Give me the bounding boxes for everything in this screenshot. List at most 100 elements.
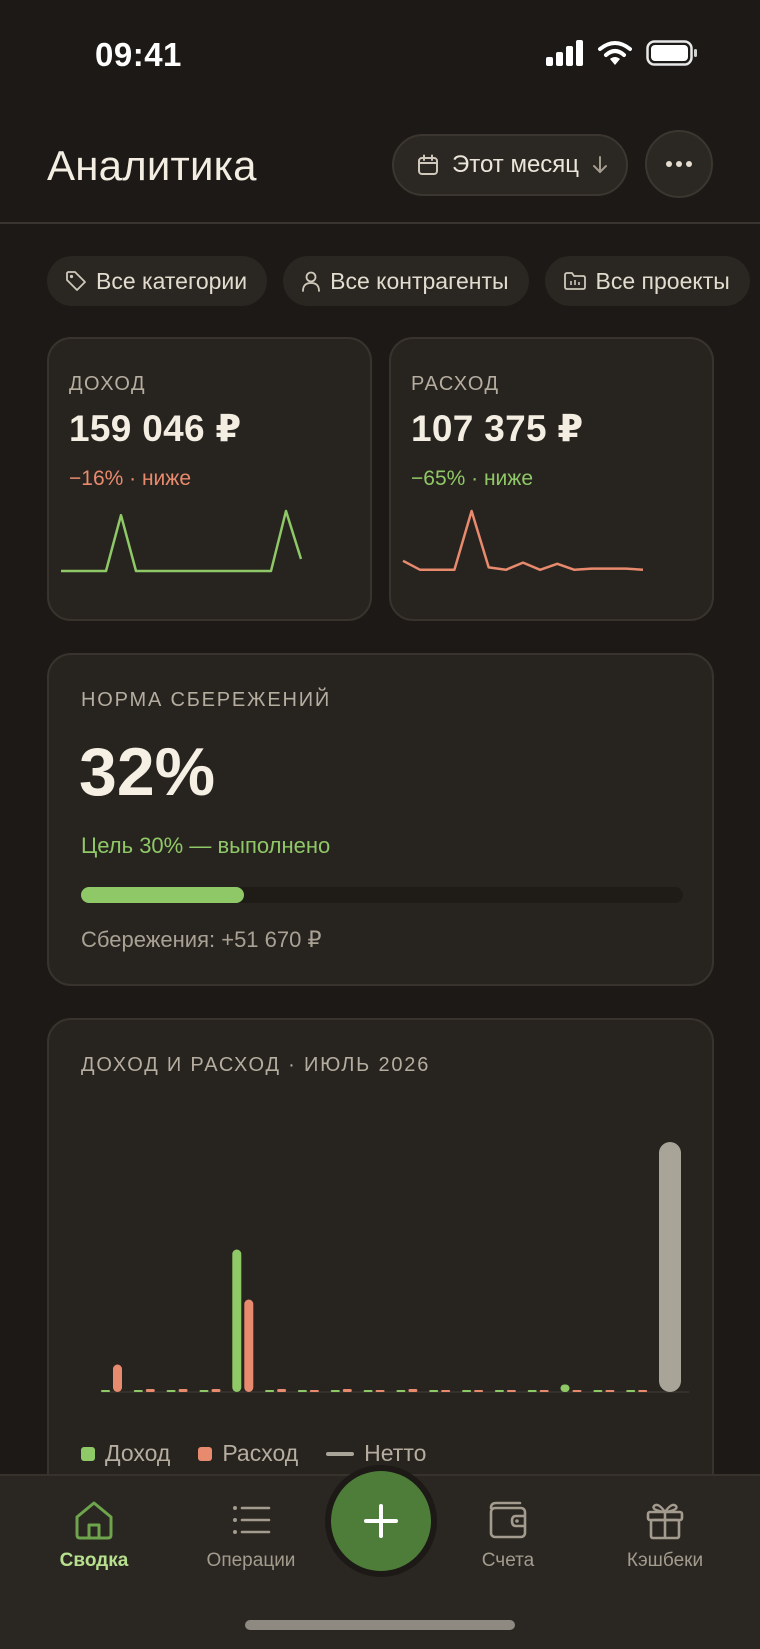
filter-chip-label: Все категории	[96, 267, 248, 294]
legend-label-expense: Расход	[222, 1440, 299, 1466]
more-horizontal-icon	[666, 161, 692, 167]
filter-chip-counterparties[interactable]: Все контрагенты	[283, 256, 529, 306]
chart-bar-income	[429, 1390, 439, 1392]
savings-progress-fill	[81, 887, 244, 903]
wallet-icon	[489, 1501, 527, 1539]
filter-chips: Все категории Все контрагенты Все проект…	[47, 256, 750, 306]
status-bar: 09:41	[0, 0, 760, 110]
analytics-screen: 09:41 Аналитика Этот месяц Все категории…	[0, 0, 760, 1649]
chart-bar-expense	[539, 1390, 549, 1392]
chart-bar-expense	[309, 1390, 319, 1392]
savings-label: НОРМА СБЕРЕЖЕНИЙ	[81, 689, 332, 711]
chart-bar-income	[133, 1390, 143, 1392]
legend-item-expense: Расход	[198, 1440, 298, 1467]
gift-icon	[646, 1503, 684, 1540]
chart-bar-income	[560, 1384, 570, 1392]
expense-value: 107 375 ₽	[411, 408, 584, 449]
status-icons	[546, 40, 698, 66]
chart-bar-expense	[342, 1389, 352, 1392]
plus-icon	[364, 1504, 398, 1538]
chart-bar-expense	[145, 1389, 155, 1392]
legend-label-income: Доход	[105, 1440, 171, 1466]
chart-bar-expense	[178, 1389, 188, 1392]
nav-item-accounts[interactable]: Счета	[433, 1498, 583, 1572]
tag-icon	[66, 271, 86, 291]
chart-bar-income	[199, 1390, 209, 1392]
nav-label-cashbacks: Кэшбеки	[626, 1550, 704, 1571]
chart-bar-expense	[605, 1390, 615, 1392]
status-time: 09:41	[95, 36, 182, 73]
chart-bar-income	[494, 1390, 504, 1392]
expense-card[interactable]: РАСХОД 107 375 ₽ −65% · ниже	[389, 337, 714, 621]
chart-bar-net	[659, 1142, 681, 1392]
income-card[interactable]: ДОХОД 159 046 ₽ −16% · ниже	[47, 337, 372, 621]
chart-legend: Доход Расход Нетто	[81, 1440, 426, 1467]
income-delta: −16% · ниже	[69, 467, 192, 490]
chart-bar-income	[297, 1390, 307, 1392]
chart-bar-income	[527, 1390, 537, 1392]
chart-bar-income	[166, 1390, 176, 1392]
nav-label-accounts: Счета	[481, 1550, 535, 1571]
arrow-down-icon	[593, 156, 608, 173]
income-expense-chart-card[interactable]: ДОХОД И РАСХОД · ИЮЛЬ 2026 Доход Расход …	[47, 1018, 714, 1538]
legend-label-net: Нетто	[364, 1440, 427, 1466]
chart-bar-expense	[375, 1390, 385, 1392]
chart-bar-income	[396, 1390, 406, 1392]
chart-bar-expense	[572, 1390, 582, 1392]
chart-bar-income	[593, 1390, 603, 1392]
income-sparkline-path	[61, 509, 303, 573]
app-header: Аналитика Этот месяц	[0, 120, 760, 224]
expense-delta: −65% · ниже	[411, 467, 534, 490]
home-icon	[75, 1501, 113, 1540]
chart-bar-expense	[113, 1364, 122, 1392]
nav-item-operations[interactable]: Операции	[176, 1498, 326, 1572]
folder-icon	[563, 272, 586, 290]
savings-rate-card[interactable]: НОРМА СБЕРЕЖЕНИЙ 32% Цель 30% — выполнен…	[47, 653, 714, 986]
nav-label-operations: Операции	[206, 1550, 296, 1571]
calendar-icon	[418, 154, 438, 175]
income-sparkline	[61, 509, 303, 573]
chart-bar-income	[101, 1390, 110, 1392]
filter-chip-label: Все проекты	[595, 267, 730, 294]
chart-bar-income	[232, 1249, 242, 1392]
legend-swatch-expense	[198, 1446, 213, 1461]
nav-item-summary[interactable]: Сводка	[19, 1498, 169, 1572]
legend-swatch-net	[326, 1451, 355, 1456]
chart-bar-income	[462, 1390, 472, 1392]
cellular-signal-icon	[546, 40, 583, 66]
period-label: Этот месяц	[452, 151, 580, 178]
chart-title: ДОХОД И РАСХОД · ИЮЛЬ 2026	[81, 1054, 431, 1076]
legend-item-income: Доход	[81, 1440, 170, 1467]
chart-bar-income	[265, 1390, 275, 1392]
chart-bar-expense	[211, 1389, 221, 1392]
expense-sparkline-path	[402, 509, 644, 572]
chart-bar-income	[363, 1390, 373, 1392]
savings-rate-value: 32%	[79, 734, 216, 810]
savings-goal-status: Цель 30% — выполнено	[81, 833, 331, 858]
savings-progress-bar	[81, 887, 683, 903]
chart-bar-expense	[506, 1390, 516, 1392]
filter-chip-label: Все контрагенты	[330, 267, 509, 294]
add-operation-button[interactable]	[331, 1471, 431, 1571]
wifi-icon	[598, 41, 632, 65]
chart-bar-expense	[638, 1390, 648, 1392]
expense-label: РАСХОД	[411, 373, 500, 395]
savings-amount: Сбережения: +51 670 ₽	[81, 927, 322, 952]
legend-swatch-income	[81, 1446, 95, 1461]
home-indicator[interactable]	[245, 1620, 515, 1630]
period-selector-button[interactable]: Этот месяц	[392, 134, 628, 196]
income-expense-bar-chart	[101, 1142, 689, 1393]
filter-chip-projects[interactable]: Все проекты	[544, 256, 750, 306]
chart-bar-expense	[474, 1390, 484, 1392]
chart-bar-expense	[277, 1389, 287, 1392]
more-options-button[interactable]	[645, 130, 713, 198]
nav-label-summary: Сводка	[59, 1550, 129, 1571]
chart-bar-expense	[244, 1299, 254, 1392]
expense-sparkline	[402, 509, 644, 572]
nav-item-cashbacks[interactable]: Кэшбеки	[590, 1498, 740, 1572]
income-label: ДОХОД	[69, 373, 147, 395]
list-icon	[233, 1506, 271, 1534]
income-value: 159 046 ₽	[69, 408, 242, 449]
filter-chip-categories[interactable]: Все категории	[47, 256, 268, 306]
chart-bar-income	[330, 1390, 340, 1392]
